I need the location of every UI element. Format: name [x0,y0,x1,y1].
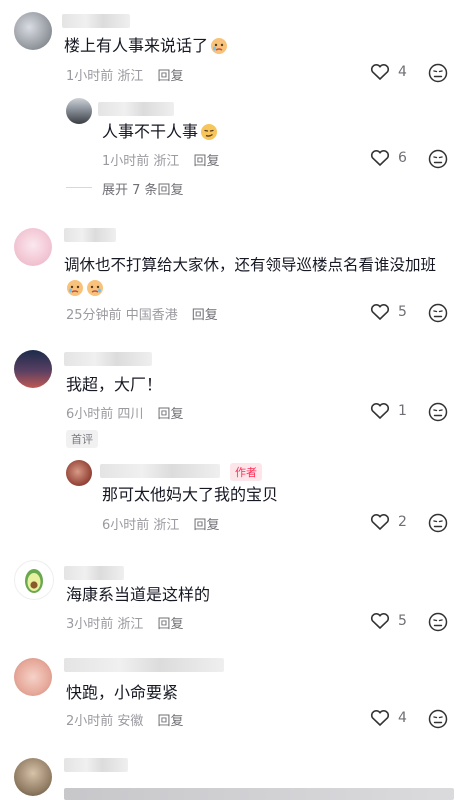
avatar[interactable] [14,228,52,266]
heart-icon [370,613,390,629]
avocado-icon [25,569,43,593]
username-blurred[interactable] [62,14,130,28]
comment-text: 楼上有人事来说话了 [64,35,228,61]
comment-text: 人事不干人事 [102,121,218,147]
comment-text-cutoff [64,788,454,800]
comment-meta: 6小时前 四川 回复 [66,403,183,422]
username-blurred[interactable] [64,758,128,772]
avatar[interactable] [66,460,92,486]
heart-icon [370,710,390,726]
reply-button[interactable]: 回复 [157,617,183,632]
comment-location: 浙江 [117,617,144,632]
dislike-face-icon[interactable] [428,612,448,632]
username-blurred[interactable] [64,566,124,580]
username-blurred[interactable] [98,102,174,116]
reply-button[interactable]: 回复 [157,407,183,422]
comment-time: 6小时前 [66,407,114,422]
dislike-face-icon[interactable] [428,513,448,533]
comment-location: 浙江 [153,154,180,169]
like-button[interactable]: 4 [370,709,408,727]
avatar[interactable] [14,658,52,696]
reply-button[interactable]: 回复 [193,518,219,533]
comment-time: 2小时前 [66,714,114,729]
comment-text-content: 海康系当道是这样的 [66,585,211,604]
heart-icon [370,514,390,530]
comment-text-content: 那可太他妈大了我的宝贝 [102,485,279,504]
comment-location: 四川 [117,407,144,422]
comment-meta: 1小时前 浙江 回复 [66,65,183,84]
comment-location: 浙江 [153,518,180,533]
first-comment-badge: 首评 [66,430,98,448]
like-button[interactable]: 5 [370,303,408,321]
crying-face-emoji [66,279,84,301]
comment-text: 海康系当道是这样的 [66,584,210,606]
comment-location: 安徽 [117,714,144,729]
avatar[interactable] [14,560,54,600]
heart-icon [370,64,390,80]
dislike-face-icon[interactable] [428,303,448,323]
like-button[interactable]: 4 [370,63,408,81]
comment-meta: 1小时前 浙江 回复 [102,150,219,169]
dislike-face-icon[interactable] [428,149,448,169]
comment-time: 6小时前 [102,518,150,533]
username-blurred[interactable] [100,464,220,478]
comment-meta: 25分钟前 中国香港 回复 [66,304,218,323]
like-button[interactable]: 5 [370,612,408,630]
like-count: 4 [398,710,407,726]
like-count: 2 [398,514,407,530]
comment-text-content: 人事不干人事 [102,122,199,141]
comment-text: 调休也不打算给大家休，还有领导巡楼点名看谁没加班 [64,254,436,276]
like-count: 1 [398,403,407,419]
reply-button[interactable]: 回复 [192,308,218,323]
smirk-face-emoji [200,123,218,147]
crying-face-emoji [210,37,228,61]
comment-location: 中国香港 [125,308,178,323]
comment-text-content: 楼上有人事来说话了 [64,36,209,55]
comment-text-content: 调休也不打算给大家休，还有领导巡楼点名看谁没加班 [64,256,437,274]
comment-location: 浙江 [117,69,144,84]
comment-text: 那可太他妈大了我的宝贝 [102,484,278,506]
comment-text: 快跑，小命要紧 [66,682,178,704]
dislike-face-icon[interactable] [428,63,448,83]
like-button[interactable]: 2 [370,513,408,531]
expand-replies-button[interactable]: 展开 7 条回复 [102,179,184,198]
comment-text: 我超，大厂！ [66,374,162,396]
reply-button[interactable]: 回复 [157,714,183,729]
comment-meta: 2小时前 安徽 回复 [66,710,183,729]
comment-text-content: 我超，大厂！ [66,375,163,394]
reply-button[interactable]: 回复 [193,154,219,169]
expand-divider [66,187,92,188]
heart-icon [370,403,390,419]
avatar[interactable] [14,350,52,388]
comment-time: 25分钟前 [66,308,122,323]
like-button[interactable]: 1 [370,402,408,420]
comment-meta: 3小时前 浙江 回复 [66,613,183,632]
heart-icon [370,150,390,166]
username-blurred[interactable] [64,658,224,672]
heart-icon [370,304,390,320]
dislike-face-icon[interactable] [428,709,448,729]
comment-time: 3小时前 [66,617,114,632]
username-blurred[interactable] [64,228,116,242]
comment-meta: 6小时前 浙江 回复 [102,514,219,533]
like-button[interactable]: 6 [370,149,408,167]
like-count: 5 [398,613,407,629]
crying-face-emoji [86,279,104,301]
avatar[interactable] [14,758,52,796]
like-count: 5 [398,304,407,320]
comment-time: 1小时前 [102,154,150,169]
author-badge: 作者 [230,463,262,481]
avatar[interactable] [66,98,92,124]
reply-button[interactable]: 回复 [157,69,183,84]
comment-time: 1小时前 [66,69,114,84]
avatar[interactable] [14,12,52,50]
emoji-row [64,278,104,301]
dislike-face-icon[interactable] [428,402,448,422]
like-count: 6 [398,150,407,166]
username-blurred[interactable] [64,352,152,366]
like-count: 4 [398,64,407,80]
comment-text-content: 快跑，小命要紧 [66,683,179,702]
